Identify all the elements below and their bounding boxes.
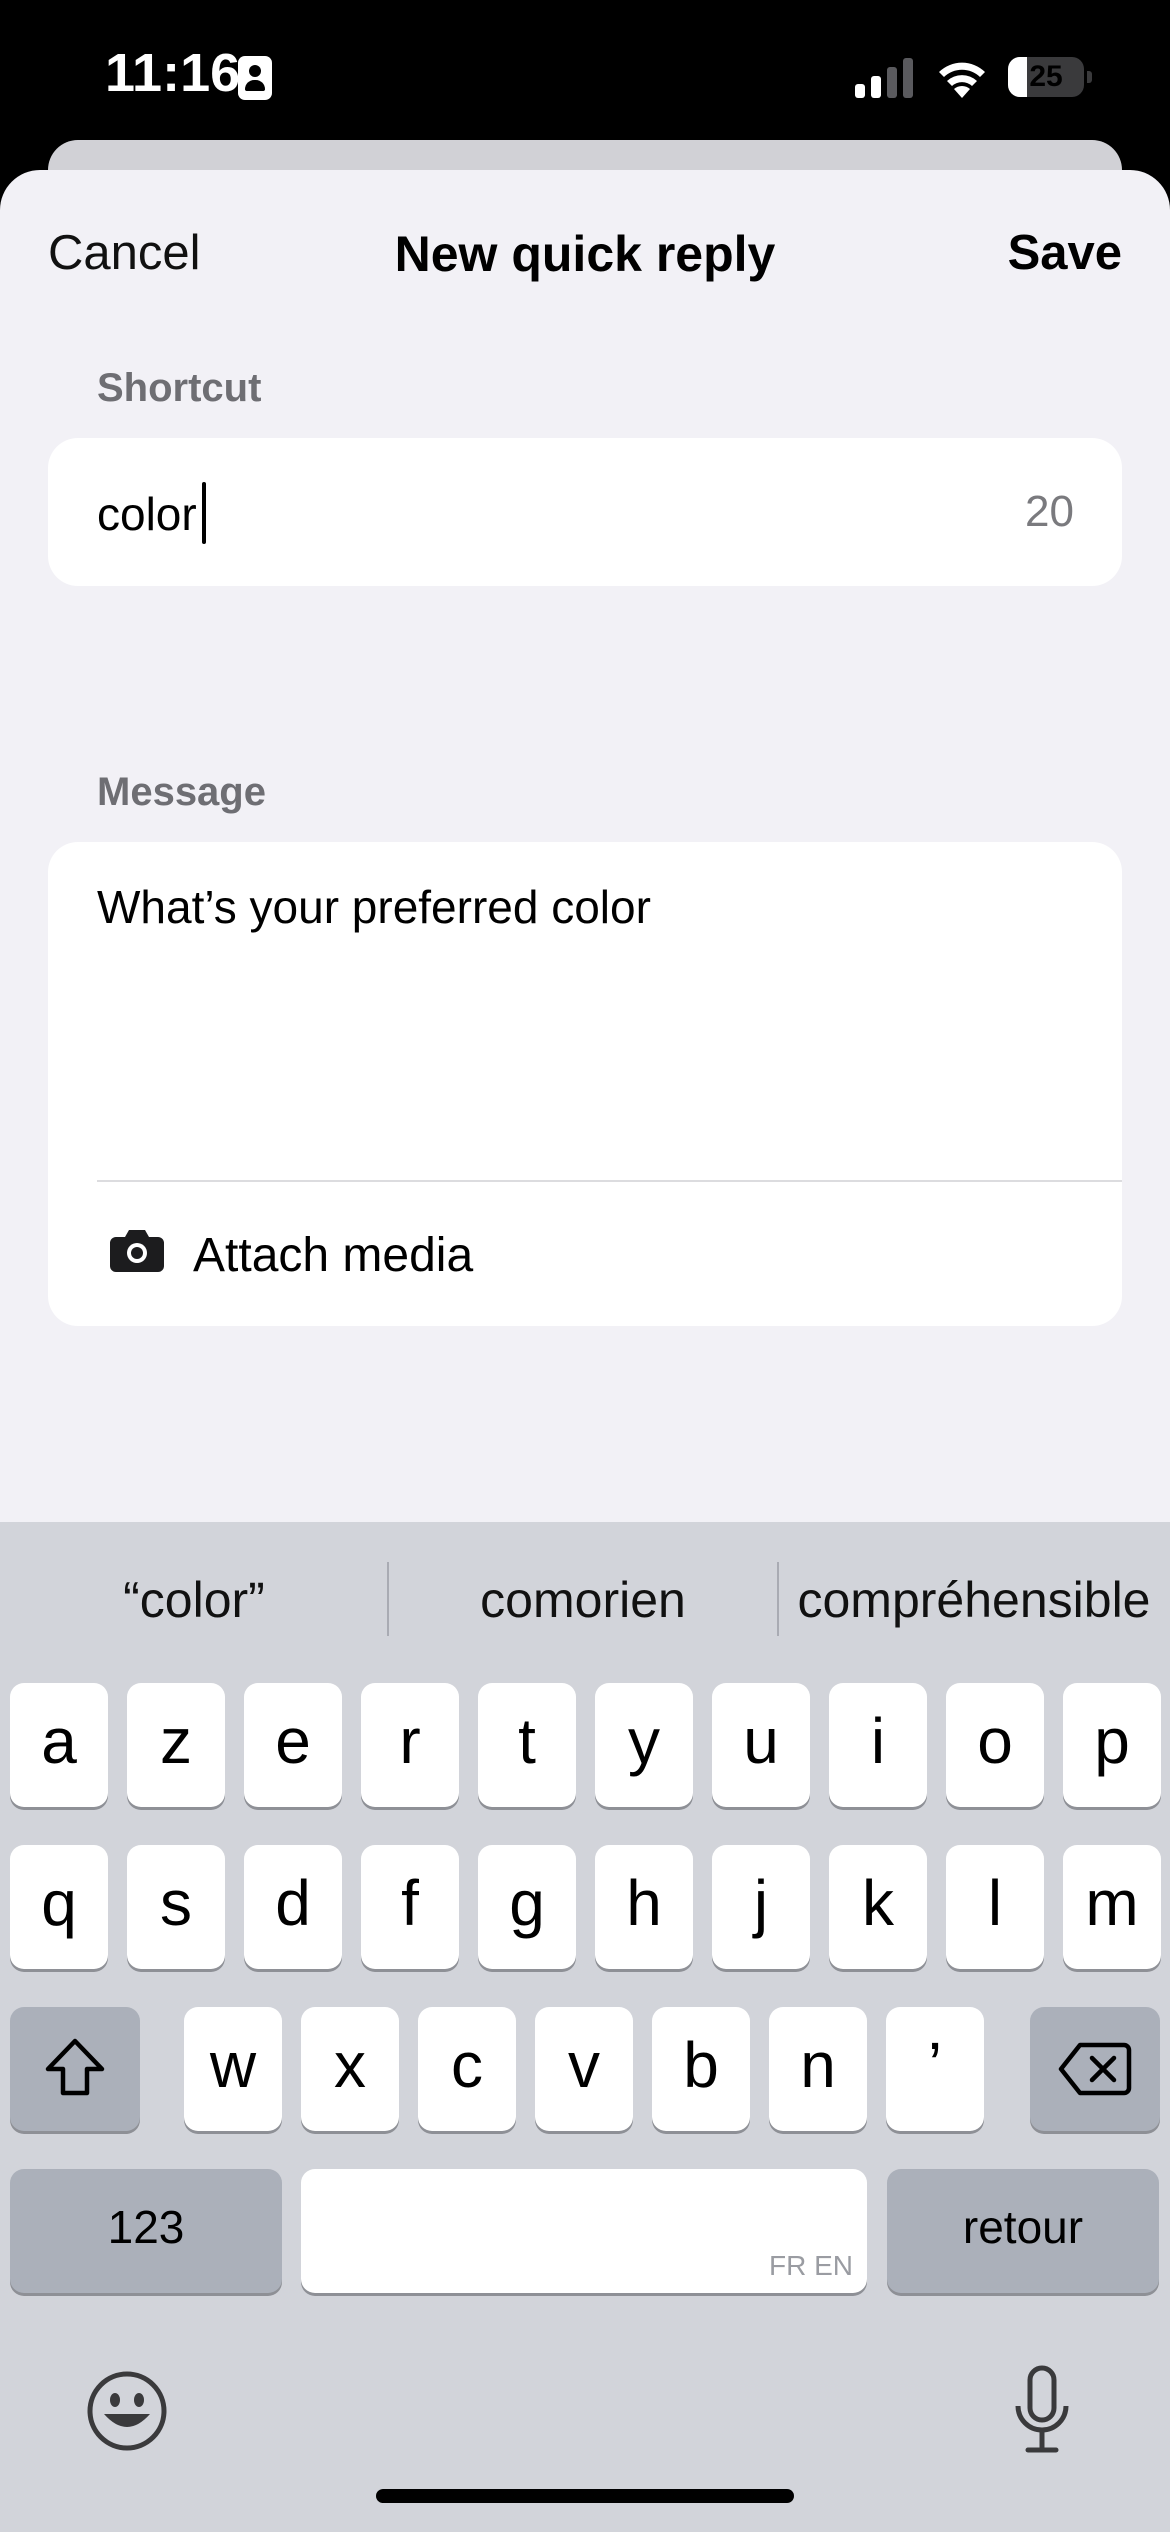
key-z[interactable]: z xyxy=(127,1683,225,1807)
return-key[interactable]: retour xyxy=(887,2169,1159,2293)
space-language-label: FR EN xyxy=(769,2250,853,2281)
space-key[interactable]: FR EN xyxy=(301,2169,867,2293)
key-d[interactable]: d xyxy=(244,1845,342,1969)
wifi-icon xyxy=(939,62,985,98)
shortcut-input-value[interactable]: color xyxy=(97,487,197,541)
suggestion-1[interactable]: “color” xyxy=(0,1568,388,1632)
battery-icon: 25 xyxy=(1008,57,1092,97)
key-y[interactable]: y xyxy=(595,1683,693,1807)
key-r[interactable]: r xyxy=(361,1683,459,1807)
key-apostrophe[interactable]: ’ xyxy=(886,2007,984,2131)
message-label: Message xyxy=(97,770,266,814)
key-p[interactable]: p xyxy=(1063,1683,1161,1807)
text-cursor xyxy=(202,482,206,544)
battery-level: 25 xyxy=(1029,60,1063,93)
key-h[interactable]: h xyxy=(595,1845,693,1969)
key-t[interactable]: t xyxy=(478,1683,576,1807)
sheet-title: New quick reply xyxy=(394,226,776,282)
shift-key[interactable] xyxy=(10,2007,140,2131)
backspace-key[interactable] xyxy=(1030,2007,1160,2131)
key-o[interactable]: o xyxy=(946,1683,1044,1807)
divider xyxy=(97,1180,1122,1182)
microphone-icon[interactable] xyxy=(1012,2364,1072,2458)
camera-icon[interactable] xyxy=(110,1228,164,1272)
key-v[interactable]: v xyxy=(535,2007,633,2131)
shortcut-character-counter: 20 xyxy=(1025,487,1074,536)
numbers-key[interactable]: 123 xyxy=(10,2169,282,2293)
key-e[interactable]: e xyxy=(244,1683,342,1807)
key-m[interactable]: m xyxy=(1063,1845,1161,1969)
message-input-value[interactable]: What’s your preferred color xyxy=(97,880,651,934)
suggestion-3[interactable]: compréhensible xyxy=(778,1568,1170,1632)
cellular-signal-icon xyxy=(855,58,913,98)
key-b[interactable]: b xyxy=(652,2007,750,2131)
key-j[interactable]: j xyxy=(712,1845,810,1969)
key-c[interactable]: c xyxy=(418,2007,516,2131)
status-time: 11:16 xyxy=(105,43,241,103)
key-i[interactable]: i xyxy=(829,1683,927,1807)
key-u[interactable]: u xyxy=(712,1683,810,1807)
key-q[interactable]: q xyxy=(10,1845,108,1969)
save-button[interactable]: Save xyxy=(1008,225,1122,281)
key-f[interactable]: f xyxy=(361,1845,459,1969)
shortcut-label: Shortcut xyxy=(97,366,262,410)
key-x[interactable]: x xyxy=(301,2007,399,2131)
attach-media-button[interactable]: Attach media xyxy=(193,1228,473,1283)
shift-icon xyxy=(45,2038,105,2096)
cancel-button[interactable]: Cancel xyxy=(48,225,201,281)
key-w[interactable]: w xyxy=(184,2007,282,2131)
key-g[interactable]: g xyxy=(478,1845,576,1969)
contact-card-icon xyxy=(238,56,272,100)
emoji-icon[interactable] xyxy=(86,2370,168,2452)
key-a[interactable]: a xyxy=(10,1683,108,1807)
key-s[interactable]: s xyxy=(127,1845,225,1969)
key-l[interactable]: l xyxy=(946,1845,1044,1969)
key-k[interactable]: k xyxy=(829,1845,927,1969)
backspace-icon xyxy=(1058,2042,1132,2096)
home-indicator xyxy=(376,2489,794,2503)
suggestion-2[interactable]: comorien xyxy=(388,1568,778,1632)
key-n[interactable]: n xyxy=(769,2007,867,2131)
